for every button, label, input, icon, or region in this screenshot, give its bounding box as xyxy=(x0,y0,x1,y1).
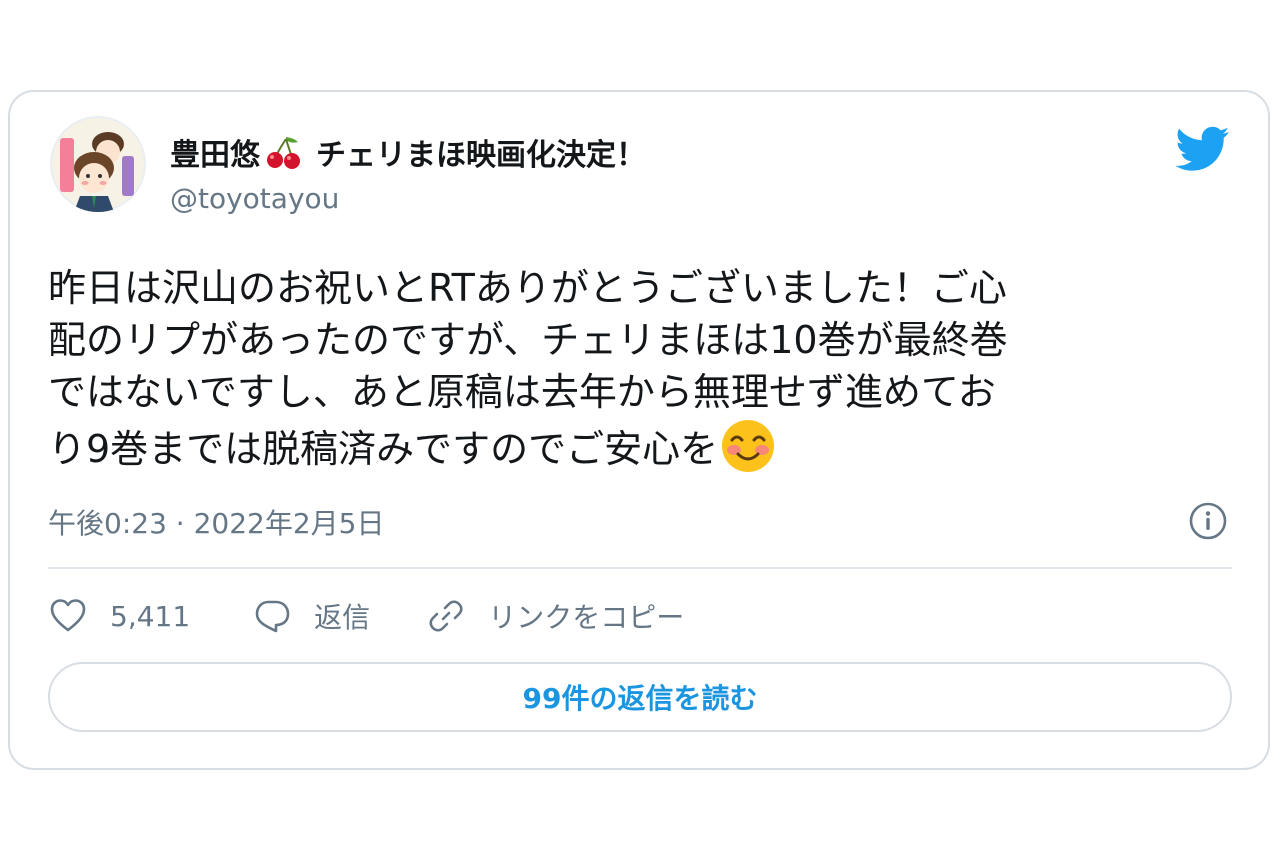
link-icon xyxy=(429,600,463,632)
divider xyxy=(48,567,1232,569)
avatar[interactable] xyxy=(50,116,146,212)
tweet-text-line-last: り9巻までは脱稿済みですのでご安心を xyxy=(48,418,1228,475)
reply-label: 返信 xyxy=(314,601,371,634)
twitter-bird-icon[interactable] xyxy=(1175,126,1230,172)
copy-link-button[interactable]: リンクをコピー xyxy=(426,596,684,636)
tweet-text-line-content: り9巻までは脱稿済みですのでご安心を xyxy=(48,427,719,471)
tweet-text-line: 配のリプがあったのですが、チェリまほは10巻が最終巻 xyxy=(48,318,1008,362)
tweet-actions: 5,411 返信 リンクをコピー xyxy=(48,592,684,640)
tweet-text: 昨日は沢山のお祝いとRTありがとうございました！ご心 配のリプがあったのですが、… xyxy=(48,262,1228,475)
name-suffix: チェリまほ映画化決定！ xyxy=(316,138,646,173)
tweet-text-line: 昨日は沢山のお祝いとRTありがとうございました！ご心 xyxy=(48,266,1007,310)
read-replies-button[interactable]: 99件の返信を読む xyxy=(48,662,1232,732)
reply-button[interactable]: 返信 xyxy=(252,596,370,636)
author-name[interactable]: 豊田悠 チェリまほ映画化決定！ xyxy=(170,130,646,174)
cherry-emoji-icon xyxy=(264,134,304,170)
likes-count: 5,411 xyxy=(110,599,191,633)
tweet-card: 豊田悠 チェリまほ映画化決定！ @toyotayou 昨日は沢山のお祝いとRTあ… xyxy=(8,90,1270,770)
smiling-face-emoji-icon xyxy=(720,418,776,474)
reply-bubble-icon xyxy=(255,600,290,633)
author-handle[interactable]: @toyotayou xyxy=(170,182,339,215)
like-button[interactable]: 5,411 xyxy=(48,596,190,636)
heart-icon xyxy=(50,599,86,632)
copy-link-label: リンクをコピー xyxy=(488,601,685,634)
info-icon[interactable] xyxy=(1188,501,1228,541)
tweet-text-line: ではないですし、あと原稿は去年から無理せず進めてお xyxy=(48,370,996,414)
display-name: 豊田悠 xyxy=(170,138,260,173)
tweet-timestamp[interactable]: 午後0:23 · 2022年2月5日 xyxy=(48,502,384,542)
